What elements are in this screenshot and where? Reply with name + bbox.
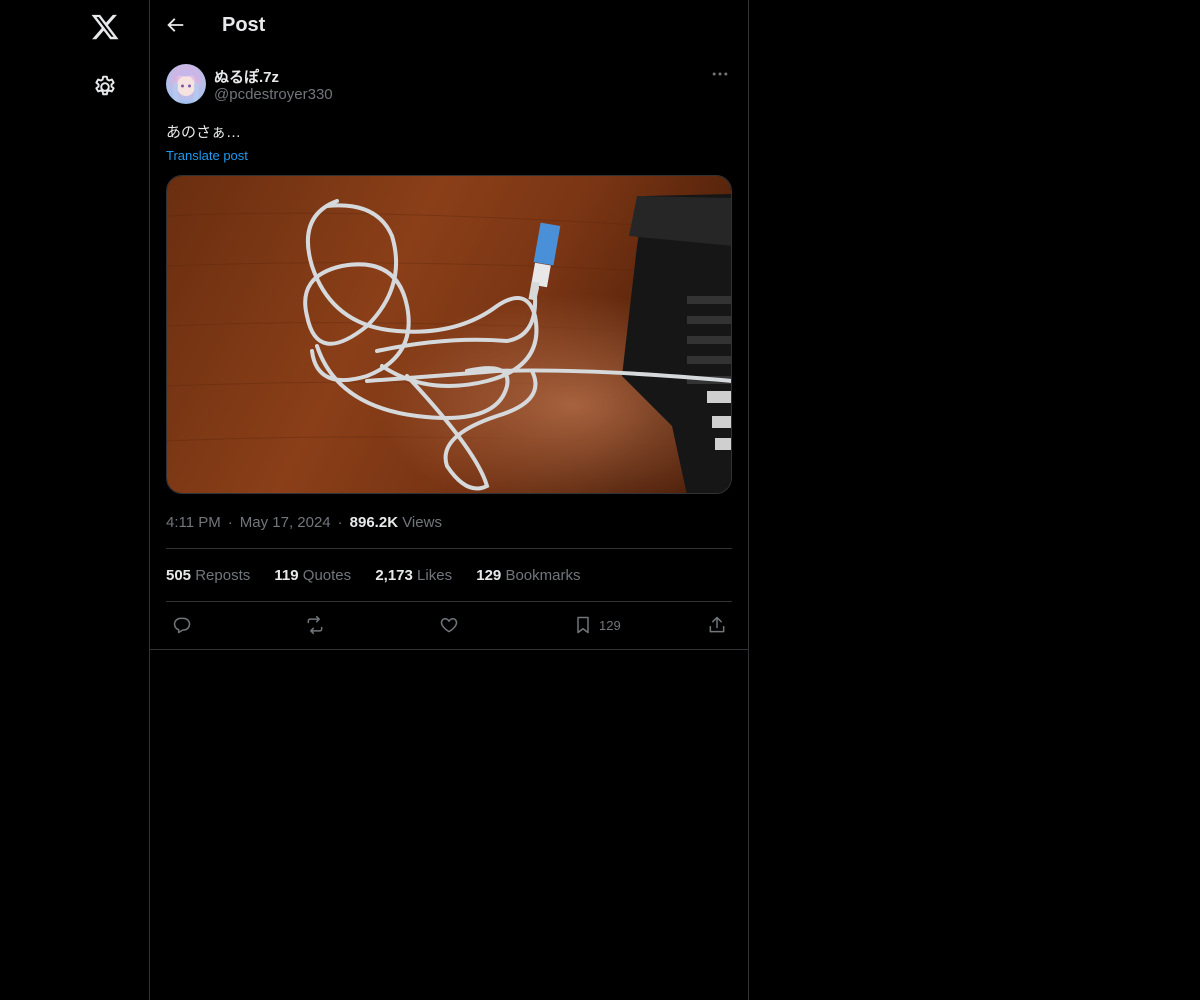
share-icon xyxy=(709,616,725,633)
post-text: あのさぁ… xyxy=(166,124,242,141)
bookmark-button[interactable]: 129 xyxy=(573,614,621,636)
avatar[interactable] xyxy=(166,64,206,104)
more-icon xyxy=(712,72,728,76)
likes-stat[interactable]: 2,173 Likes xyxy=(375,567,452,584)
post-date[interactable]: May 17, 2024 xyxy=(240,514,331,531)
page-title: Post xyxy=(222,14,266,36)
arrow-left-icon xyxy=(167,18,184,32)
post-time[interactable]: 4:11 PM xyxy=(166,514,221,531)
post-meta: 4:11 PM · May 17, 2024 · 896.2K Views xyxy=(166,514,442,531)
reposts-count: 505 xyxy=(166,567,192,584)
user-handle[interactable]: @pcdestroyer330 xyxy=(214,86,333,103)
like-button[interactable] xyxy=(439,614,459,636)
reposts-stat[interactable]: 505 Reposts xyxy=(166,567,250,584)
repost-button[interactable] xyxy=(305,614,325,636)
x-logo-icon[interactable] xyxy=(90,12,120,42)
post-bottom-border xyxy=(150,649,748,650)
page-header: Post xyxy=(150,0,748,53)
bookmark-count: 129 xyxy=(599,617,621,633)
translate-post-link[interactable]: Translate post xyxy=(166,148,248,163)
likes-count: 2,173 xyxy=(375,567,413,584)
more-options-button[interactable] xyxy=(710,64,732,86)
display-name[interactable]: ぬるぽ.7z xyxy=(214,66,279,87)
share-button[interactable] xyxy=(707,614,727,636)
quotes-count: 119 xyxy=(274,567,299,584)
post-stats: 505 Reposts 119 Quotes 2,173 Likes 129 B… xyxy=(166,567,600,584)
views-count: 896.2K xyxy=(349,514,399,531)
divider xyxy=(166,601,732,602)
bookmarks-count: 129 xyxy=(476,567,502,584)
gear-icon[interactable] xyxy=(92,74,118,100)
reposts-label: Reposts xyxy=(195,567,251,584)
reply-button[interactable] xyxy=(172,614,192,636)
bookmark-icon xyxy=(577,616,589,634)
post-column: Post ぬるぽ.7z @pcdestroyer330 あのさぁ… Transl… xyxy=(149,0,749,1000)
quotes-label: Quotes xyxy=(302,567,352,584)
like-icon xyxy=(440,618,458,633)
post-actions: 129 xyxy=(166,614,732,636)
quotes-stat[interactable]: 119 Quotes xyxy=(274,567,351,584)
back-button[interactable] xyxy=(164,14,190,40)
likes-label: Likes xyxy=(417,567,453,584)
views-label: Views xyxy=(402,514,442,531)
repost-icon xyxy=(307,615,323,635)
post-media-image[interactable] xyxy=(166,175,732,494)
bookmarks-label: Bookmarks xyxy=(505,567,581,584)
reply-icon xyxy=(173,617,191,634)
bookmarks-stat[interactable]: 129 Bookmarks xyxy=(476,567,580,584)
divider xyxy=(166,548,732,549)
left-nav xyxy=(0,0,149,1000)
